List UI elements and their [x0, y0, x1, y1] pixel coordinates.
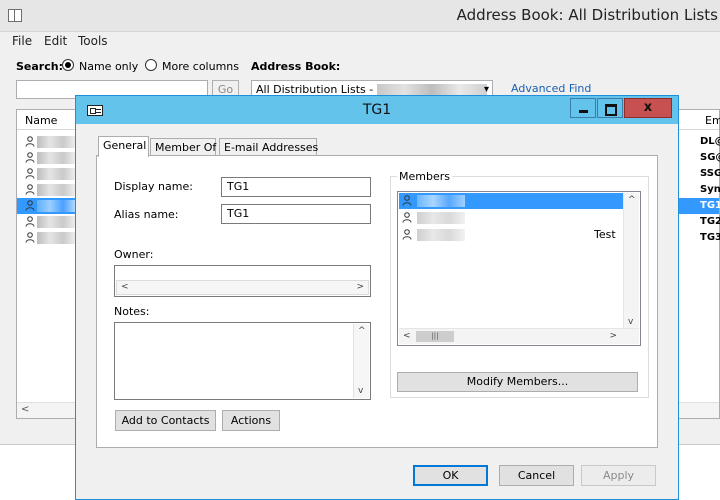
row-email: TG2: [700, 216, 720, 227]
add-to-contacts-button[interactable]: Add to Contacts: [115, 410, 216, 431]
maximize-button[interactable]: [597, 98, 623, 118]
person-icon: [402, 229, 412, 240]
menubar: File Edit Tools: [0, 33, 720, 51]
apply-button[interactable]: Apply: [581, 465, 656, 486]
address-book-icon: [8, 9, 22, 22]
person-icon: [25, 232, 35, 243]
alias-name-field[interactable]: TG1: [221, 204, 371, 224]
list-item[interactable]: Test: [399, 227, 623, 243]
person-icon: [25, 136, 35, 147]
search-label: Search:: [16, 60, 63, 73]
radio-name-only[interactable]: [62, 59, 74, 71]
actions-button[interactable]: Actions: [222, 410, 280, 431]
row-email: TG1: [700, 200, 720, 211]
notes-label: Notes:: [114, 305, 150, 318]
radio-more-columns-label: More columns: [162, 60, 239, 73]
person-icon: [25, 184, 35, 195]
list-item[interactable]: [399, 193, 623, 209]
radio-more-columns[interactable]: [145, 59, 157, 71]
members-horizontal-scrollbar[interactable]: < ||| >: [399, 328, 639, 344]
advanced-find-link[interactable]: Advanced Find: [511, 82, 591, 95]
scroll-down-icon[interactable]: v: [628, 317, 633, 327]
scroll-up-icon[interactable]: ^: [628, 195, 636, 205]
members-list[interactable]: Test ^ v < ||| >: [397, 191, 641, 346]
person-icon: [25, 152, 35, 163]
member-text: Test: [594, 228, 616, 241]
menu-tools[interactable]: Tools: [78, 34, 108, 48]
person-icon: [25, 168, 35, 179]
tab-general[interactable]: General: [98, 136, 149, 157]
members-group: Members Test ^ v < ||| > Modify Members.…: [390, 170, 649, 398]
person-icon: [25, 216, 35, 227]
cancel-button[interactable]: Cancel: [499, 465, 574, 486]
tab-email-addresses[interactable]: E-mail Addresses: [219, 138, 318, 156]
general-tab-panel: Display name: TG1 Alias name: TG1 Owner:…: [96, 155, 658, 448]
distribution-list-dialog: TG1 x General Member Of E-mail Addresses…: [75, 95, 679, 500]
menu-file[interactable]: File: [12, 34, 32, 48]
scroll-right-icon[interactable]: >: [609, 331, 617, 341]
display-name-label: Display name:: [114, 180, 193, 193]
minimize-button[interactable]: [570, 98, 596, 118]
menu-edit[interactable]: Edit: [44, 34, 67, 48]
person-icon: [25, 200, 35, 211]
row-email: SG@: [700, 152, 720, 163]
owner-label: Owner:: [114, 248, 154, 261]
row-email: TG3: [700, 232, 720, 243]
ok-button[interactable]: OK: [413, 465, 488, 486]
notes-scrollbar[interactable]: ^ v: [353, 324, 369, 398]
scroll-up-icon[interactable]: ^: [358, 326, 366, 336]
column-header-email[interactable]: Em: [705, 114, 720, 127]
scroll-left-icon[interactable]: <: [403, 331, 411, 341]
notes-textarea[interactable]: ^ v: [114, 322, 371, 400]
scroll-down-icon[interactable]: v: [358, 386, 363, 396]
redacted-name: [417, 195, 465, 207]
close-button[interactable]: x: [624, 98, 672, 118]
scroll-thumb[interactable]: |||: [416, 331, 454, 342]
address-book-titlebar: Address Book: All Distribution Lists: [0, 0, 720, 32]
redacted-name: [417, 229, 465, 241]
alias-name-label: Alias name:: [114, 208, 179, 221]
modify-members-button[interactable]: Modify Members...: [397, 372, 638, 392]
owner-field[interactable]: < >: [114, 265, 371, 297]
tab-member-of[interactable]: Member Of: [150, 138, 216, 156]
redacted-name: [417, 212, 465, 224]
members-vertical-scrollbar[interactable]: ^ v: [623, 193, 639, 329]
row-email: DL@: [700, 136, 720, 147]
members-label: Members: [397, 170, 452, 183]
column-header-name[interactable]: Name: [25, 114, 57, 127]
dialog-titlebar: TG1 x: [76, 96, 678, 124]
address-book-label: Address Book:: [251, 60, 341, 73]
scroll-right-icon[interactable]: >: [356, 282, 364, 292]
row-email: SSG: [700, 168, 720, 179]
scroll-left-icon[interactable]: <: [21, 404, 29, 415]
list-item[interactable]: [399, 210, 623, 226]
display-name-field[interactable]: TG1: [221, 177, 371, 197]
owner-scrollbar[interactable]: < >: [116, 280, 369, 295]
radio-name-only-label: Name only: [79, 60, 139, 73]
person-icon: [402, 212, 412, 223]
row-email: Sync: [700, 184, 720, 195]
scroll-left-icon[interactable]: <: [121, 282, 129, 292]
search-row: Search: Name only More columns Address B…: [16, 59, 716, 75]
address-book-title: Address Book: All Distribution Lists: [456, 6, 718, 24]
person-icon: [402, 195, 412, 206]
